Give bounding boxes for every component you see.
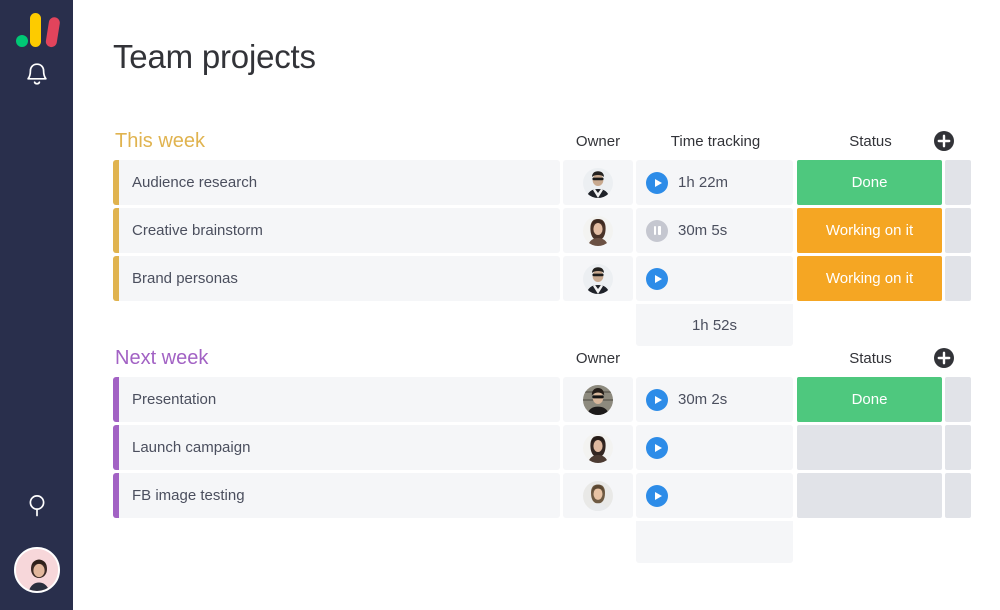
table-row[interactable]: Launch campaign [113,425,973,470]
owner-cell[interactable] [563,377,633,422]
user-avatar[interactable] [14,547,60,593]
status-badge[interactable] [797,425,942,470]
time-tracking-cell[interactable]: 30m 5s [636,208,793,253]
avatar [583,263,613,294]
extra-column-cell[interactable] [945,377,971,422]
status-badge[interactable]: Done [797,160,942,205]
avatar [583,215,613,246]
logo-bar-yellow-icon [30,13,41,47]
status-badge[interactable]: Working on it [797,256,942,301]
task-name-cell[interactable]: FB image testing [119,473,560,518]
column-header-status[interactable]: Status [798,348,943,370]
owner-cell[interactable] [563,256,633,301]
time-value: 30m 2s [678,391,728,408]
table-row[interactable]: Brand personas Working on it [113,256,973,301]
column-header-time-tracking[interactable]: Time tracking [638,131,793,153]
time-tracking-total [636,521,793,563]
table-row[interactable]: Creative brainstorm 30m 5s Working on it [113,208,973,253]
group-header: Next week Owner Status [113,345,973,377]
table-row[interactable]: Audience research 1h 22m Done [113,160,973,205]
task-name-cell[interactable]: Brand personas [119,256,560,301]
notifications-bell-icon[interactable] [0,55,73,95]
time-value: 1h 22m [678,174,729,191]
avatar [583,167,613,198]
search-icon[interactable] [0,485,73,525]
extra-column-cell[interactable] [945,473,971,518]
logo-dot-icon [16,35,28,47]
extra-column-cell[interactable] [945,160,971,205]
sidebar [0,0,73,610]
add-column-button[interactable] [933,130,955,152]
monday-logo[interactable] [16,13,61,48]
extra-column-cell[interactable] [945,425,971,470]
column-header-status[interactable]: Status [798,131,943,153]
group-title[interactable]: Next week [115,345,208,371]
owner-cell[interactable] [563,473,633,518]
avatar [583,432,613,463]
owner-cell[interactable] [563,160,633,205]
group-next-week: Next week Owner Status Presentation 30m … [113,345,973,563]
play-icon[interactable] [646,171,668,194]
extra-column-cell[interactable] [945,256,971,301]
group-this-week: This week Owner Time tracking Status Aud… [113,128,973,346]
column-header-owner[interactable]: Owner [563,131,633,153]
task-name-cell[interactable]: Launch campaign [119,425,560,470]
time-tracking-cell[interactable] [636,425,793,470]
time-tracking-cell[interactable] [636,256,793,301]
avatar [583,480,613,511]
table-row[interactable]: Presentation 30m 2s Done [113,377,973,422]
status-badge[interactable]: Done [797,377,942,422]
table-row[interactable]: FB image testing [113,473,973,518]
task-name-cell[interactable]: Presentation [119,377,560,422]
play-icon[interactable] [646,436,668,459]
add-column-button[interactable] [933,347,955,369]
group-header: This week Owner Time tracking Status [113,128,973,160]
logo-bar-red-icon [45,16,61,48]
time-tracking-cell[interactable]: 1h 22m [636,160,793,205]
status-badge[interactable]: Working on it [797,208,942,253]
play-icon[interactable] [646,484,668,507]
page-title: Team projects [113,38,316,75]
group-title[interactable]: This week [115,128,205,154]
app-window: Team projects This week Owner Time track… [0,0,1000,610]
time-tracking-total: 1h 52s [636,304,793,346]
column-header-owner[interactable]: Owner [563,348,633,370]
task-name-cell[interactable]: Creative brainstorm [119,208,560,253]
time-value: 30m 5s [678,222,728,239]
time-tracking-cell[interactable]: 30m 2s [636,377,793,422]
avatar [583,384,613,415]
pause-icon[interactable] [646,219,668,242]
owner-cell[interactable] [563,425,633,470]
task-name-cell[interactable]: Audience research [119,160,560,205]
play-icon[interactable] [646,267,668,290]
status-badge[interactable] [797,473,942,518]
extra-column-cell[interactable] [945,208,971,253]
owner-cell[interactable] [563,208,633,253]
play-icon[interactable] [646,388,668,411]
time-tracking-cell[interactable] [636,473,793,518]
